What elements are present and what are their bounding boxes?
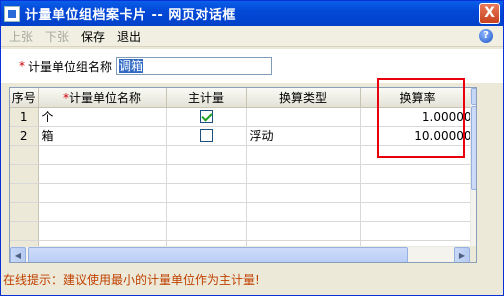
save-button[interactable]: 保存 xyxy=(81,28,105,45)
online-hint: 在线提示：建议使用最小的计量单位作为主计量! xyxy=(3,273,260,287)
close-icon[interactable]: X xyxy=(479,3,500,24)
group-name-label: 计量单位组名称 xyxy=(28,59,113,74)
unit-name-cell[interactable]: 箱 xyxy=(38,126,167,146)
empty-row xyxy=(10,202,476,222)
toolbar: 上张 下张 保存 退出 ? xyxy=(1,26,503,47)
scrollbar-corner xyxy=(470,246,476,262)
col-seq-header[interactable]: 序号 xyxy=(10,88,39,108)
unit-name-cell[interactable]: 个 xyxy=(38,107,167,127)
ie-page-icon xyxy=(4,5,20,22)
scroll-up-icon[interactable]: ▲ xyxy=(471,88,476,105)
required-mark: * xyxy=(19,59,25,73)
scroll-left-icon[interactable]: ◀ xyxy=(10,247,26,262)
col-name-label: 计量单位名称 xyxy=(68,90,141,105)
horizontal-scrollbar[interactable]: ◀ ▶ xyxy=(10,246,470,262)
col-type-header[interactable]: 换算类型 xyxy=(246,88,361,108)
main-unit-cell xyxy=(166,126,247,146)
main-unit-checkbox[interactable] xyxy=(199,110,213,123)
dialog-window: 计量单位组档案卡片 -- 网页对话框 X 上张 下张 保存 退出 ? * 计量单… xyxy=(0,0,504,296)
help-icon[interactable]: ? xyxy=(479,29,493,43)
col-main-header[interactable]: 主计量 xyxy=(166,88,247,108)
group-name-input[interactable]: 调箱 xyxy=(116,57,273,75)
vertical-scrollbar[interactable]: ▲ xyxy=(470,88,476,246)
next-card-button[interactable]: 下张 xyxy=(45,28,69,45)
empty-row xyxy=(10,164,476,184)
group-name-value: 调箱 xyxy=(119,59,144,73)
main-unit-cell xyxy=(166,107,247,127)
highlight-box xyxy=(377,78,465,158)
conversion-type-cell[interactable] xyxy=(246,107,361,127)
col-name-header[interactable]: *计量单位名称 xyxy=(38,88,167,108)
empty-row xyxy=(10,221,476,241)
title-bar[interactable]: 计量单位组档案卡片 -- 网页对话框 X xyxy=(1,1,503,26)
main-unit-checkbox[interactable] xyxy=(199,129,213,142)
conversion-type-cell[interactable]: 浮动 xyxy=(246,126,361,146)
exit-button[interactable]: 退出 xyxy=(117,28,141,45)
vertical-scroll-thumb[interactable] xyxy=(471,106,476,190)
scroll-right-icon[interactable]: ▶ xyxy=(454,247,470,262)
empty-row xyxy=(10,183,476,203)
window-title: 计量单位组档案卡片 -- 网页对话框 xyxy=(25,8,236,23)
row-number: 2 xyxy=(10,126,39,146)
horizontal-scroll-thumb[interactable] xyxy=(28,247,408,262)
prev-card-button[interactable]: 上张 xyxy=(9,28,33,45)
row-number: 1 xyxy=(10,107,39,127)
